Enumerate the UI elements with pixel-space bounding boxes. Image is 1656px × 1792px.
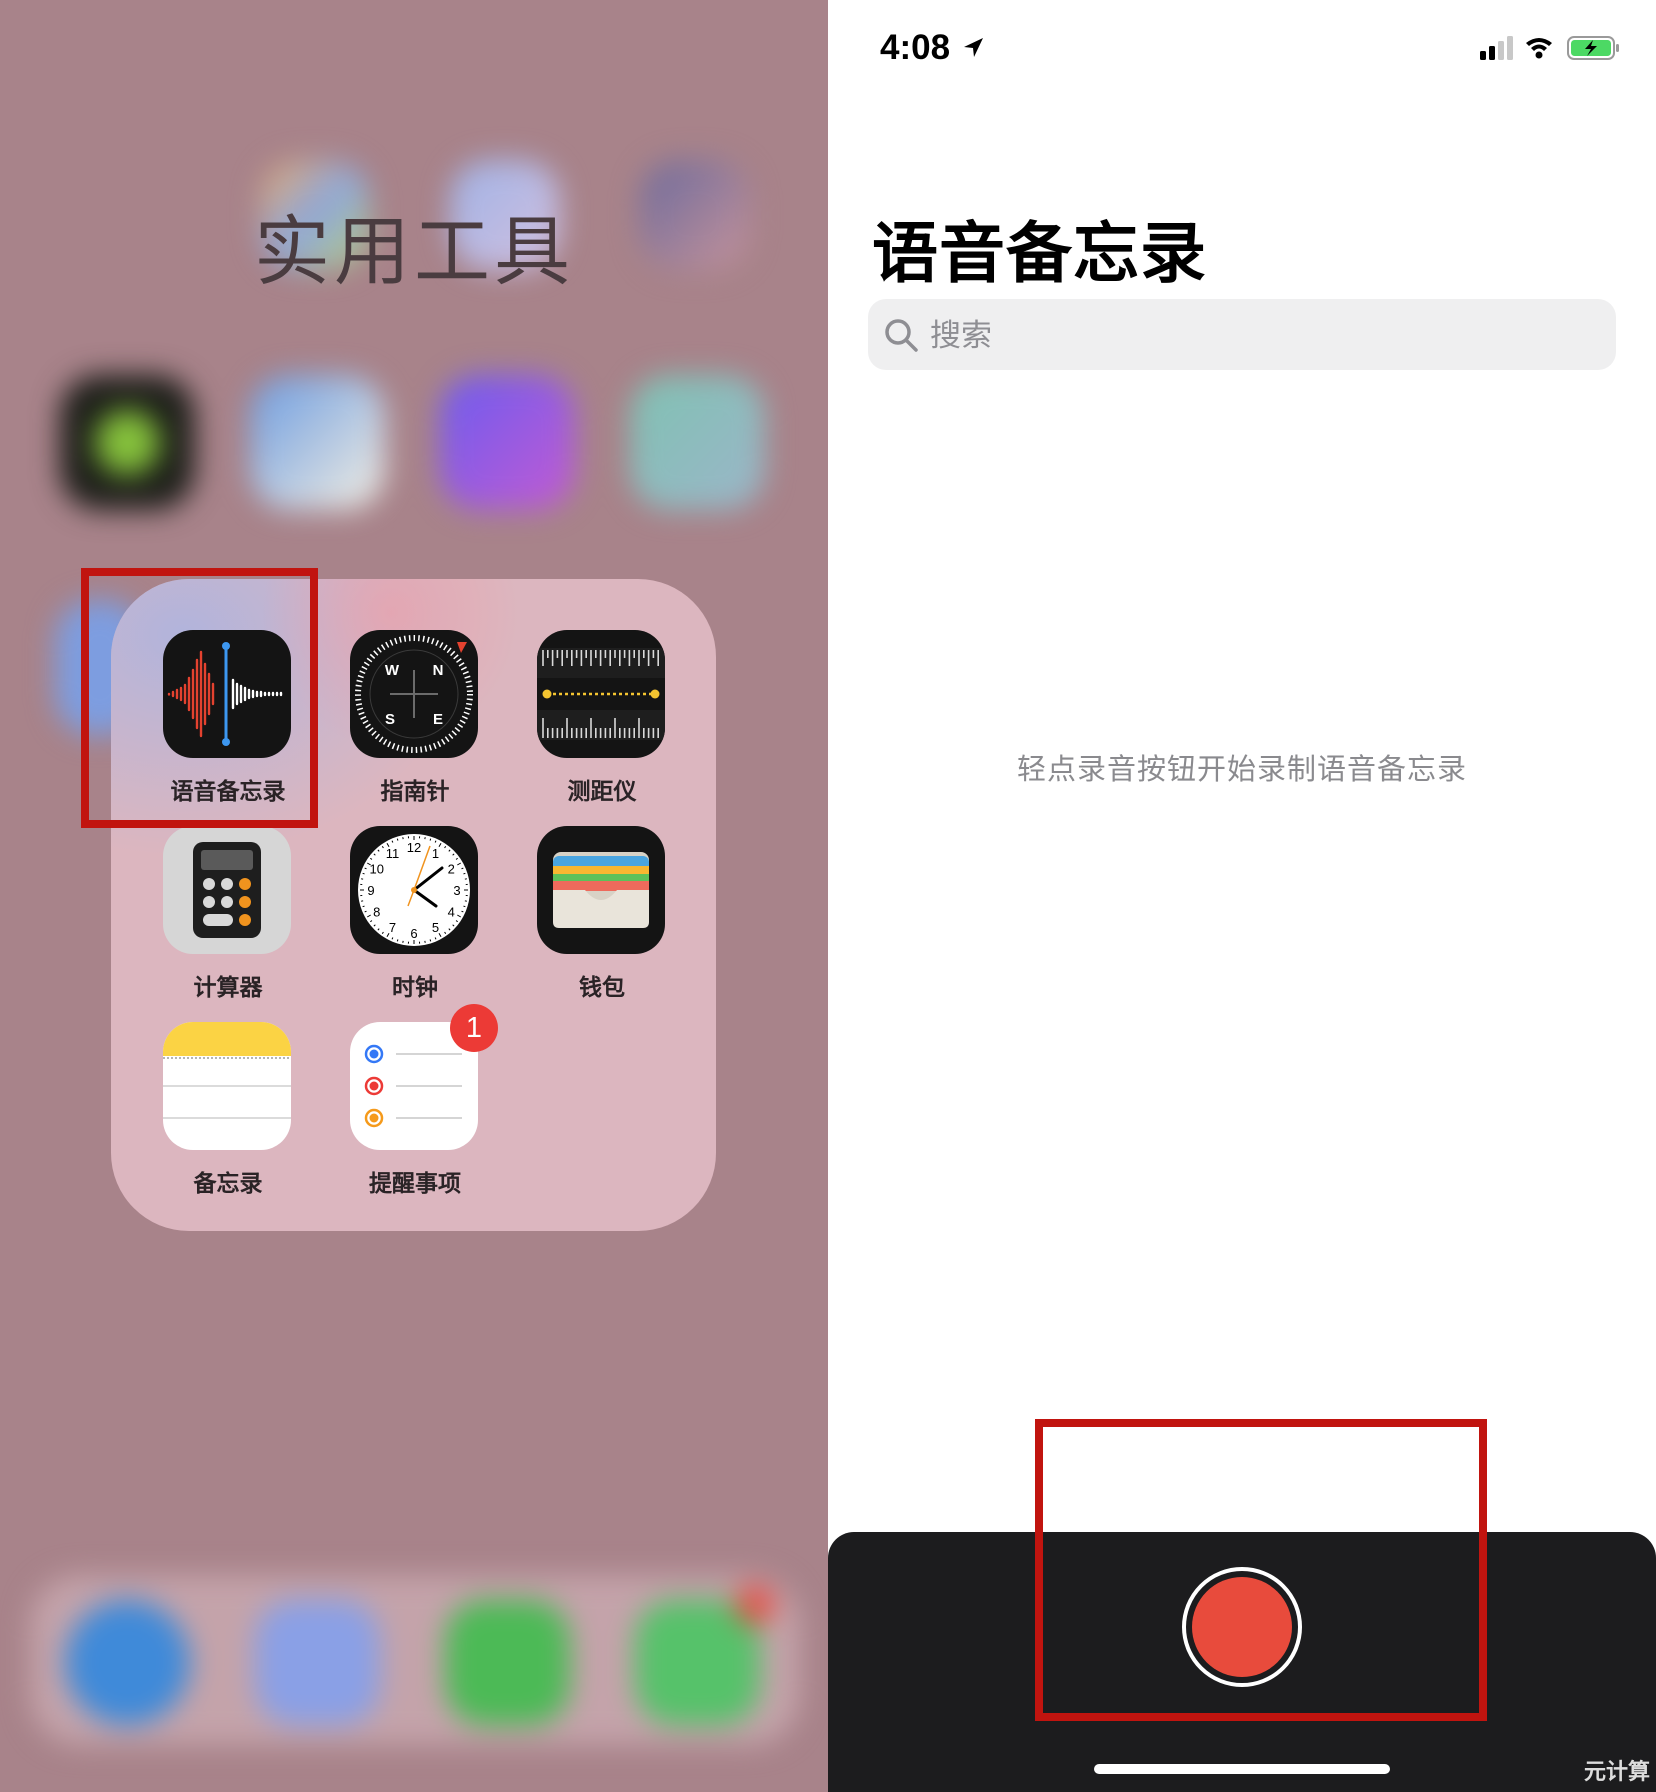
- clock-number: 7: [389, 920, 396, 935]
- app-label: 备忘录: [193, 1171, 263, 1197]
- app-reminders[interactable]: 1 提醒事项: [350, 1004, 498, 1198]
- clock-number: 1: [432, 846, 439, 861]
- notification-badge: 1: [450, 1004, 498, 1052]
- compass-e: E: [433, 711, 443, 728]
- app-notes[interactable]: 备忘录: [163, 1022, 293, 1198]
- wifi-icon: [1526, 38, 1552, 59]
- calculator-icon: [163, 826, 291, 954]
- clock-number: 11: [386, 846, 400, 861]
- clock-icon: 12 1 2 3 4 5 6 7 8 9 10 11: [350, 826, 478, 954]
- highlight-box-record: [1035, 1419, 1487, 1721]
- compass-w: W: [385, 662, 400, 679]
- empty-state-hint: 轻点录音按钮开始录制语音备忘录: [1016, 752, 1467, 786]
- notes-icon: [163, 1022, 291, 1150]
- app-label: 时钟: [392, 975, 438, 1001]
- clock-number: 10: [370, 862, 384, 877]
- app-label: 计算器: [193, 975, 263, 1001]
- app-compass[interactable]: W N S E 指南针: [350, 630, 480, 806]
- battery-charging-icon: [1567, 36, 1619, 60]
- home-indicator[interactable]: [1094, 1764, 1390, 1774]
- app-calculator[interactable]: 计算器: [163, 826, 293, 1002]
- wallet-icon: [537, 826, 665, 954]
- app-label: 提醒事项: [369, 1171, 461, 1197]
- highlight-box-voice-memos: [81, 568, 318, 828]
- home-screen-panel: 实用工具 语音备忘录 W N S E 指南针 测距仪 计算器 12 1 2 3 …: [0, 0, 828, 1792]
- clock-number: 6: [410, 926, 417, 941]
- search-icon: [885, 319, 918, 352]
- compass-icon: W N S E: [350, 630, 478, 758]
- clock-number: 12: [407, 840, 421, 855]
- clock-number: 8: [373, 905, 380, 920]
- app-clock[interactable]: 12 1 2 3 4 5 6 7 8 9 10 11 时钟: [350, 826, 480, 1002]
- app-label: 测距仪: [567, 779, 637, 805]
- search-bar: [868, 299, 1616, 372]
- watermark: 元计算: [1583, 1760, 1650, 1785]
- status-time: 4:08: [880, 28, 986, 68]
- clock-number: 5: [432, 920, 439, 935]
- status-icons: [1480, 36, 1619, 60]
- compass-n: N: [433, 662, 444, 679]
- voice-memos-screen: 4:08 语音备忘录 轻点录音按钮开始录制: [828, 0, 1656, 1792]
- clock-number: 3: [453, 883, 460, 898]
- app-wallet[interactable]: 钱包: [537, 826, 667, 1002]
- clock-number: 9: [367, 883, 374, 898]
- folder-title: 实用工具: [254, 207, 574, 296]
- clock-number: 2: [448, 862, 455, 877]
- cellular-signal-icon: [1480, 36, 1513, 60]
- app-measure[interactable]: 测距仪: [537, 630, 667, 806]
- search-input[interactable]: [928, 299, 1592, 372]
- clock-number: 4: [448, 905, 455, 920]
- measure-icon: [537, 630, 665, 758]
- location-arrow-icon: [963, 38, 983, 57]
- app-label: 钱包: [579, 975, 625, 1001]
- page-title: 语音备忘录: [872, 215, 1207, 292]
- app-label: 指南针: [380, 779, 450, 805]
- compass-s: S: [385, 711, 395, 728]
